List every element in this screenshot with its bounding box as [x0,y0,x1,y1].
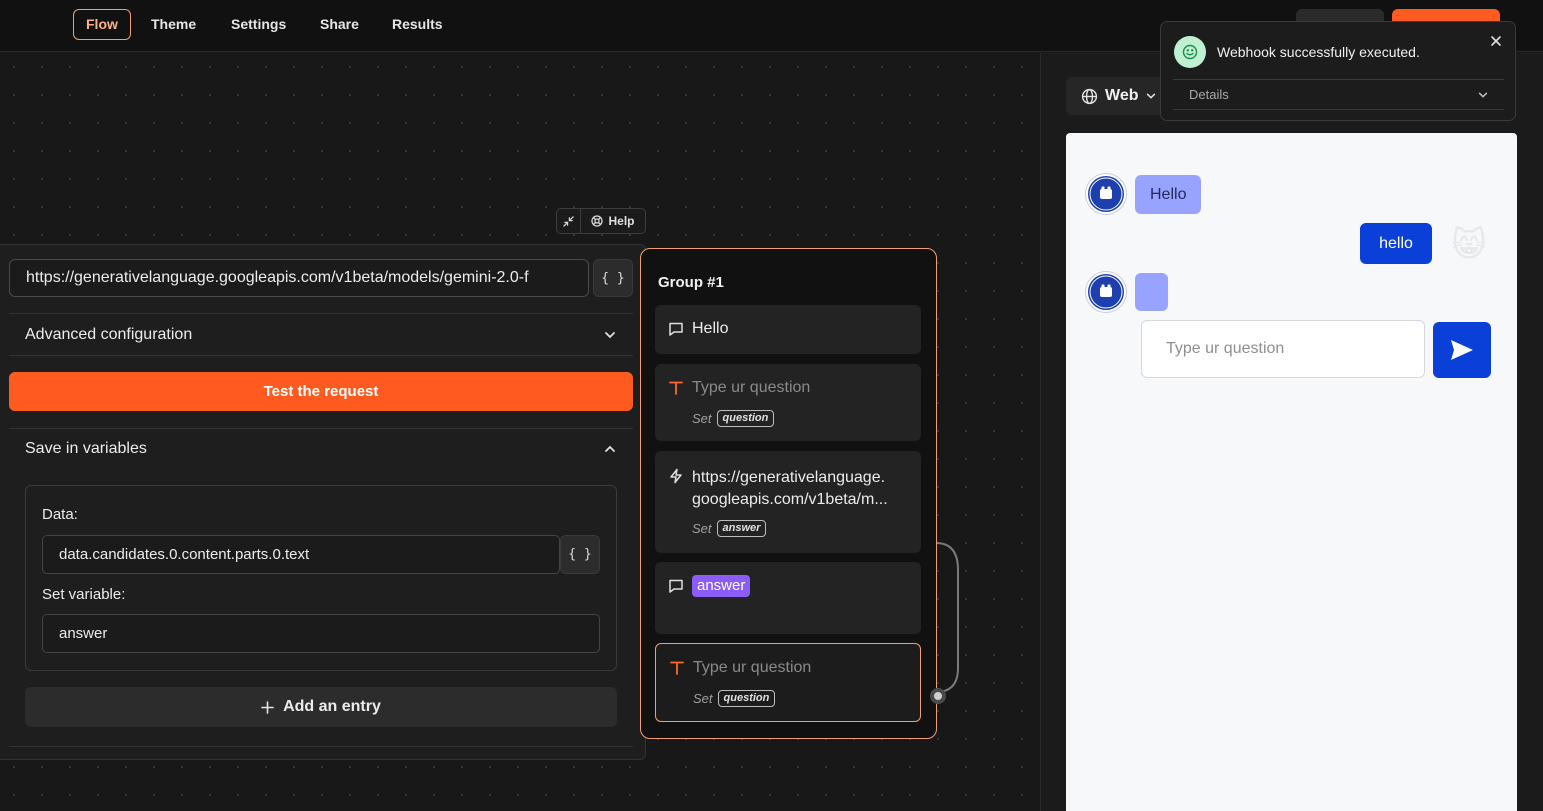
add-entry-button[interactable]: Add an entry [25,687,617,727]
message-icon [669,579,683,593]
tab-theme[interactable]: Theme [139,9,208,40]
save-variables-toggle[interactable]: Save in variables [25,437,617,461]
brick-logo-icon [1089,275,1123,309]
data-path-input[interactable]: data.candidates.0.content.parts.0.text [42,535,560,574]
help-button[interactable]: Help [581,214,645,228]
toast-details-toggle[interactable]: Details [1189,87,1489,102]
tab-share[interactable]: Share [308,9,371,40]
block-webhook[interactable]: https://generativelanguage. googleapis.c… [655,451,921,553]
set-label: Set [692,411,712,426]
bot-avatar [1086,272,1126,312]
block-text-input[interactable]: Type ur question Set question [655,364,921,441]
block-text-input-selected[interactable]: Type ur question Set question [655,643,921,722]
platform-label: Web [1105,87,1139,104]
success-toast: Webhook successfully executed. Details [1160,21,1516,121]
send-button[interactable] [1433,322,1491,378]
message-icon [669,322,683,336]
divider [1173,79,1504,80]
group-title[interactable]: Group #1 [658,274,724,291]
set-variable-label: Set variable: [42,586,126,603]
block-text-bubble[interactable]: Hello [655,305,921,354]
chevron-down-icon [605,332,615,339]
advanced-config-label: Advanced configuration [25,326,193,343]
block-placeholder: Type ur question [692,379,811,396]
guest-avatar-cat-icon: 😸 [1451,226,1487,264]
chat-preview: Hello hello 😸 Type ur question [1066,133,1517,811]
lightning-icon [670,468,682,484]
divider [9,428,633,429]
set-label: Set [693,691,713,706]
variable-pill: answer [716,520,767,537]
help-label: Help [608,214,635,228]
panel-toolbar: Help [556,208,646,234]
group-node[interactable]: Group #1 Hello Type ur question Set ques… [640,248,937,739]
text-input-icon [670,661,684,675]
set-variable-line: Set question [692,410,775,427]
block-text: Hello [692,320,729,337]
divider [1173,109,1504,110]
details-label: Details [1189,87,1229,102]
divider [9,746,633,747]
divider [9,313,633,314]
data-label: Data: [42,506,78,523]
block-output-handle[interactable] [930,688,946,704]
divider [9,355,633,356]
add-entry-label: Add an entry [283,698,381,715]
variable-entry: Data: data.candidates.0.content.parts.0.… [25,485,617,671]
globe-icon [1081,88,1098,104]
webhook-url-line1: https://generativelanguage. [692,469,886,486]
tab-results[interactable]: Results [380,9,455,40]
brick-logo-icon [1089,177,1123,211]
tab-settings[interactable]: Settings [219,9,298,40]
set-variable-line: Set question [693,690,776,707]
collapse-icon [563,215,574,227]
advanced-config-toggle[interactable]: Advanced configuration [25,323,617,347]
send-icon [1451,340,1473,360]
bot-avatar [1086,174,1126,214]
close-icon[interactable] [1489,34,1503,48]
plus-icon [261,700,274,714]
variable-tag: answer [692,575,751,597]
chat-text-input[interactable]: Type ur question [1141,320,1425,378]
variable-pill: question [716,410,775,427]
chevron-up-icon [605,445,615,452]
insert-variable-button[interactable]: { } [593,259,633,297]
webhook-settings-panel: https://generativelanguage.googleapis.co… [0,244,646,760]
buoy-icon [591,215,604,227]
preview-panel: Web Hello hello 😸 Type ur question [1040,53,1543,811]
insert-variable-button[interactable]: { } [560,535,600,574]
save-variables-label: Save in variables [25,440,147,457]
host-bubble: Hello [1135,175,1202,214]
tab-flow[interactable]: Flow [73,9,131,40]
block-text-bubble[interactable]: answer [655,562,921,634]
collapse-button[interactable] [557,209,581,233]
toast-title: Webhook successfully executed. [1217,44,1420,60]
variable-pill: question [717,690,776,707]
guest-bubble: hello [1360,223,1432,264]
chevron-down-icon [1478,92,1488,98]
host-bubble-empty [1135,273,1168,311]
set-variable-line: Set answer [692,520,767,537]
text-input-icon [669,381,683,395]
url-input[interactable]: https://generativelanguage.googleapis.co… [9,259,589,297]
set-variable-select[interactable]: answer [42,614,600,653]
chevron-down-icon [1147,93,1156,99]
webhook-url-line2: googleapis.com/v1beta/m... [692,491,888,508]
smile-icon [1174,36,1206,68]
block-placeholder: Type ur question [693,659,812,676]
test-request-button[interactable]: Test the request [9,372,633,411]
set-label: Set [692,521,712,536]
